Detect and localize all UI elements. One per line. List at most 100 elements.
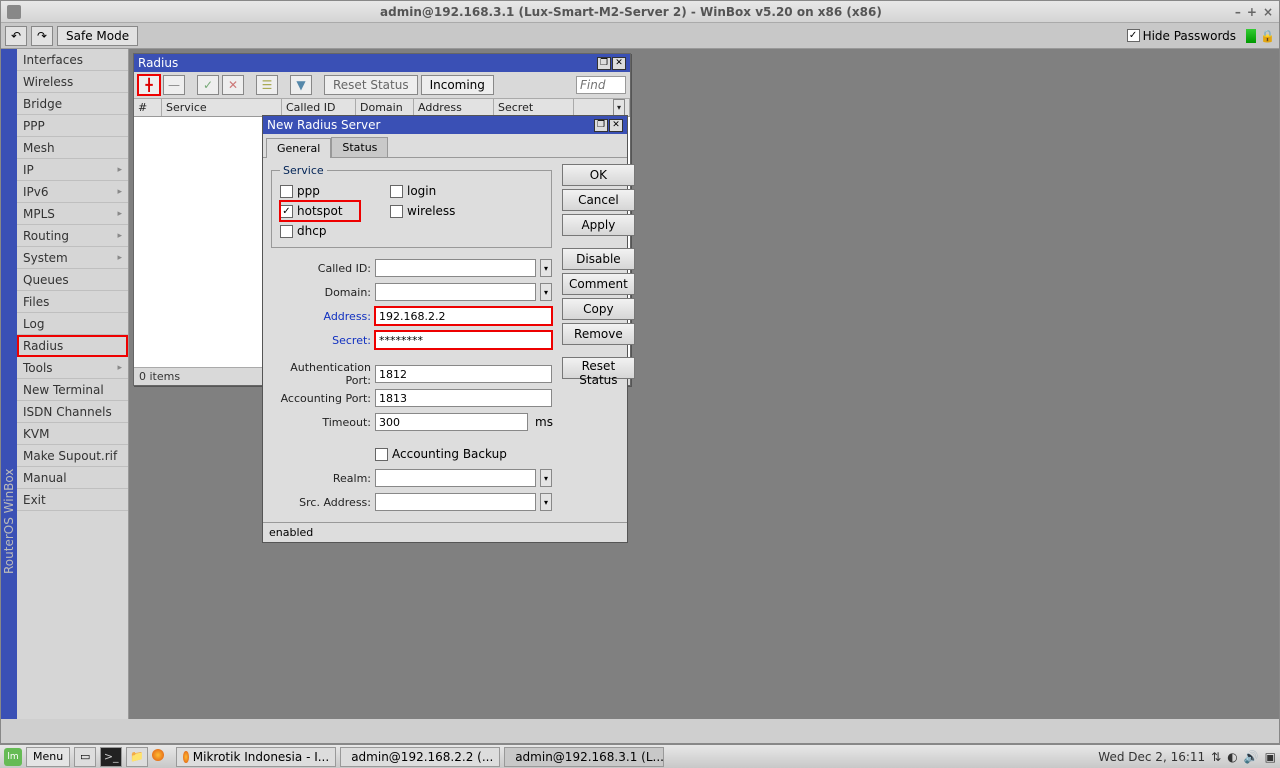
sidebar-item-files[interactable]: Files [17,291,128,313]
disable-button[interactable]: ✕ [222,75,244,95]
disable-button[interactable]: Disable [562,248,635,270]
src-address-dropdown[interactable]: ▾ [540,493,552,511]
restore-icon[interactable]: ❐ [594,119,608,132]
remove-button[interactable]: — [163,75,185,95]
timeout-input[interactable] [375,413,528,431]
close-icon[interactable]: ✕ [609,119,623,132]
remove-button[interactable]: Remove [562,323,635,345]
col-domain[interactable]: Domain [356,99,414,116]
redo-button[interactable]: ↷ [31,26,53,46]
col-address[interactable]: Address [414,99,494,116]
acct-backup-row: Accounting Backup [271,442,552,466]
domain-dropdown[interactable]: ▾ [540,283,552,301]
secret-input[interactable] [375,331,552,349]
sidebar-item-ip[interactable]: IP▸ [17,159,128,181]
dialog-titlebar[interactable]: New Radius Server ❐ ✕ [263,116,627,134]
tray-icon[interactable]: ◐ [1227,750,1237,764]
apply-button[interactable]: Apply [562,214,635,236]
comment-button[interactable]: Comment [562,273,635,295]
sidebar-item-tools[interactable]: Tools▸ [17,357,128,379]
col-secret[interactable]: Secret [494,99,574,116]
address-input[interactable] [375,307,552,325]
col-service[interactable]: Service [162,99,282,116]
hide-passwords-toggle[interactable]: ✓ Hide Passwords [1127,29,1236,43]
window-icon [7,5,21,19]
sidebar-item-manual[interactable]: Manual [17,467,128,489]
radius-window-titlebar[interactable]: Radius ❐ ✕ [134,54,630,72]
called-id-row: Called ID: ▾ [271,256,552,280]
sidebar-item-system[interactable]: System▸ [17,247,128,269]
safe-mode-button[interactable]: Safe Mode [57,26,138,46]
task-winbox1[interactable]: admin@192.168.2.2 (... [340,747,500,767]
restore-icon[interactable]: ❐ [597,57,611,70]
realm-dropdown[interactable]: ▾ [540,469,552,487]
wireless-checkbox[interactable]: wireless [390,201,455,221]
files-launcher[interactable]: 📁 [126,747,148,767]
task-mikrotik[interactable]: Mikrotik Indonesia - I... [176,747,336,767]
sidebar-item-mesh[interactable]: Mesh [17,137,128,159]
realm-input[interactable] [375,469,536,487]
dhcp-checkbox[interactable]: dhcp [280,221,360,241]
add-button[interactable]: ╋ [138,75,160,95]
sidebar-item-queues[interactable]: Queues [17,269,128,291]
find-input[interactable] [576,76,626,94]
filter-button[interactable]: ▼ [290,75,312,95]
new-radius-dialog: New Radius Server ❐ ✕ General Status [262,115,628,543]
chevron-right-icon: ▸ [117,209,122,219]
enable-button[interactable]: ✓ [197,75,219,95]
copy-button[interactable]: Copy [562,298,635,320]
reset-status-button[interactable]: Reset Status [562,357,635,379]
show-desktop-button[interactable]: ▭ [74,747,96,767]
auth-port-input[interactable] [375,365,552,383]
shield-icon[interactable]: ▣ [1265,750,1276,764]
sidebar-item-wireless[interactable]: Wireless [17,71,128,93]
network-icon[interactable]: ⇅ [1211,750,1221,764]
hotspot-checkbox[interactable]: ✓hotspot [280,201,360,221]
sidebar-item-new-terminal[interactable]: New Terminal [17,379,128,401]
undo-button[interactable]: ↶ [5,26,27,46]
task-winbox2[interactable]: admin@192.168.3.1 (L... [504,747,664,767]
sidebar-item-interfaces[interactable]: Interfaces [17,49,128,71]
col-index[interactable]: # [134,99,162,116]
ok-button[interactable]: OK [562,164,635,186]
sidebar-item-log[interactable]: Log [17,313,128,335]
col-calledid[interactable]: Called ID [282,99,356,116]
sidebar-item-isdn-channels[interactable]: ISDN Channels [17,401,128,423]
login-checkbox[interactable]: login [390,181,455,201]
reset-status-button[interactable]: Reset Status [324,75,418,95]
tab-status[interactable]: Status [331,137,388,157]
clock[interactable]: Wed Dec 2, 16:11 [1098,750,1205,764]
sidebar-item-ipv6[interactable]: IPv6▸ [17,181,128,203]
columns-dropdown[interactable]: ▾ [613,99,625,117]
comment-button[interactable]: ☰ [256,75,278,95]
volume-icon[interactable]: 🔊 [1244,750,1259,764]
sidebar-item-mpls[interactable]: MPLS▸ [17,203,128,225]
ppp-checkbox[interactable]: ppp [280,181,360,201]
sidebar-item-exit[interactable]: Exit [17,489,128,511]
called-id-dropdown[interactable]: ▾ [540,259,552,277]
sidebar-item-routing[interactable]: Routing▸ [17,225,128,247]
sidebar-item-radius[interactable]: Radius [17,335,128,357]
mint-icon[interactable]: lm [4,748,22,766]
incoming-button[interactable]: Incoming [421,75,494,95]
src-address-row: Src. Address: ▾ [271,490,552,514]
sidebar-item-kvm[interactable]: KVM [17,423,128,445]
cancel-button[interactable]: Cancel [562,189,635,211]
tab-general[interactable]: General [266,138,331,158]
src-address-input[interactable] [375,493,536,511]
sidebar-item-bridge[interactable]: Bridge [17,93,128,115]
acct-port-input[interactable] [375,389,552,407]
terminal-launcher[interactable]: >_ [100,747,122,767]
domain-input[interactable] [375,283,536,301]
minimize-button[interactable]: – [1235,5,1241,19]
close-icon[interactable]: ✕ [612,57,626,70]
chevron-right-icon: ▸ [117,187,122,197]
firefox-icon[interactable] [152,749,164,764]
sidebar-item-ppp[interactable]: PPP [17,115,128,137]
sidebar-item-make-supout-rif[interactable]: Make Supout.rif [17,445,128,467]
menu-button[interactable]: Menu [26,747,70,767]
maximize-button[interactable]: + [1247,5,1257,19]
acct-backup-checkbox[interactable]: Accounting Backup [375,444,507,464]
called-id-input[interactable] [375,259,536,277]
close-button[interactable]: × [1263,5,1273,19]
